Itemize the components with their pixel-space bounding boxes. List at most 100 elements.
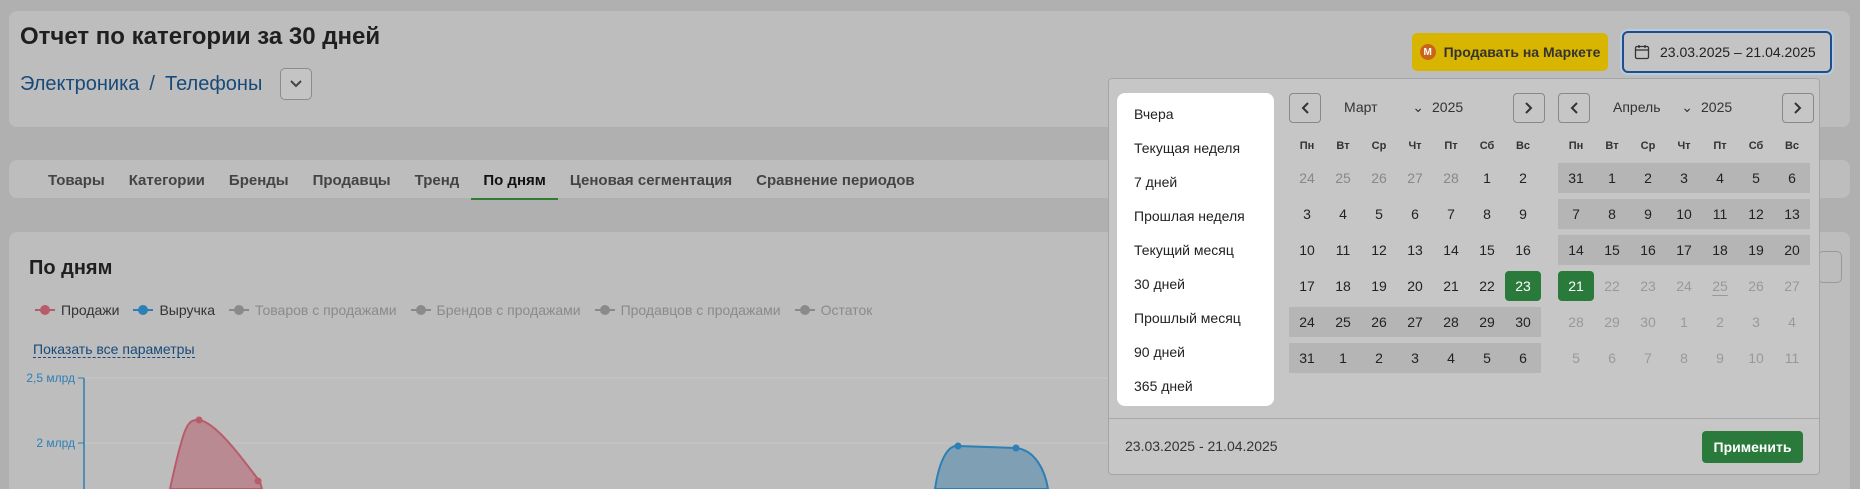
calendar-day[interactable]: 24 <box>1289 163 1325 193</box>
calendar-day[interactable]: 18 <box>1702 235 1738 265</box>
preset-option[interactable]: Текущая неделя <box>1117 131 1274 165</box>
legend-item[interactable]: Продажи <box>35 302 119 318</box>
calendar-day[interactable]: 15 <box>1594 235 1630 265</box>
calendar-day[interactable]: 19 <box>1738 235 1774 265</box>
calendar-day[interactable]: 26 <box>1361 307 1397 337</box>
calendar-day[interactable]: 3 <box>1397 343 1433 373</box>
calendar-day[interactable]: 4 <box>1433 343 1469 373</box>
calendar-day[interactable]: 10 <box>1289 235 1325 265</box>
calendar-day[interactable]: 23 <box>1505 271 1541 301</box>
year-select-left[interactable]: 2025 <box>1432 99 1463 115</box>
calendar-day[interactable]: 30 <box>1505 307 1541 337</box>
apply-button[interactable]: Применить <box>1702 431 1803 463</box>
calendar-day[interactable]: 24 <box>1289 307 1325 337</box>
calendar-day[interactable]: 7 <box>1558 199 1594 229</box>
chart-settings-button[interactable] <box>1818 251 1842 283</box>
calendar-day[interactable]: 6 <box>1397 199 1433 229</box>
calendar-day[interactable]: 9 <box>1630 199 1666 229</box>
calendar-day[interactable]: 14 <box>1558 235 1594 265</box>
calendar-day[interactable]: 19 <box>1361 271 1397 301</box>
preset-option[interactable]: 30 дней <box>1117 267 1274 301</box>
year-select-right[interactable]: 2025 <box>1701 99 1732 115</box>
calendar-day[interactable]: 9 <box>1702 343 1738 373</box>
calendar-day[interactable]: 28 <box>1558 307 1594 337</box>
calendar-day[interactable]: 20 <box>1774 235 1810 265</box>
calendar-day[interactable]: 21 <box>1433 271 1469 301</box>
show-all-params-link[interactable]: Показать все параметры <box>33 341 195 358</box>
calendar-day[interactable]: 5 <box>1558 343 1594 373</box>
tab-6[interactable]: Ценовая сегментация <box>558 171 744 199</box>
preset-option[interactable]: Вчера <box>1117 97 1274 131</box>
legend-item[interactable]: Продавцов с продажами <box>594 302 781 318</box>
calendar-day[interactable]: 3 <box>1738 307 1774 337</box>
calendar-day[interactable]: 17 <box>1289 271 1325 301</box>
calendar-day[interactable]: 27 <box>1774 271 1810 301</box>
calendar-day[interactable]: 5 <box>1469 343 1505 373</box>
calendar-day[interactable]: 26 <box>1361 163 1397 193</box>
calendar-day[interactable]: 25 <box>1325 163 1361 193</box>
next-month-button[interactable] <box>1782 93 1814 123</box>
calendar-day[interactable]: 4 <box>1774 307 1810 337</box>
calendar-day[interactable]: 4 <box>1325 199 1361 229</box>
calendar-day[interactable]: 21 <box>1558 271 1594 301</box>
calendar-day[interactable]: 15 <box>1469 235 1505 265</box>
tab-2[interactable]: Бренды <box>217 171 301 199</box>
calendar-day[interactable]: 31 <box>1558 163 1594 193</box>
calendar-day[interactable]: 25 <box>1702 271 1738 301</box>
preset-option[interactable]: 90 дней <box>1117 335 1274 369</box>
calendar-day[interactable]: 4 <box>1702 163 1738 193</box>
calendar-day[interactable]: 6 <box>1594 343 1630 373</box>
calendar-day[interactable]: 11 <box>1774 343 1810 373</box>
calendar-day[interactable]: 2 <box>1630 163 1666 193</box>
calendar-day[interactable]: 3 <box>1289 199 1325 229</box>
calendar-day[interactable]: 27 <box>1397 307 1433 337</box>
calendar-day[interactable]: 12 <box>1738 199 1774 229</box>
legend-item[interactable]: Брендов с продажами <box>410 302 581 318</box>
calendar-day[interactable]: 22 <box>1594 271 1630 301</box>
calendar-day[interactable]: 2 <box>1361 343 1397 373</box>
tab-5[interactable]: По дням <box>471 171 558 200</box>
calendar-day[interactable]: 11 <box>1325 235 1361 265</box>
calendar-day[interactable]: 27 <box>1397 163 1433 193</box>
calendar-day[interactable]: 30 <box>1630 307 1666 337</box>
preset-option[interactable]: 365 дней <box>1117 369 1274 403</box>
calendar-day[interactable]: 8 <box>1469 199 1505 229</box>
calendar-day[interactable]: 13 <box>1774 199 1810 229</box>
calendar-day[interactable]: 29 <box>1469 307 1505 337</box>
calendar-day[interactable]: 8 <box>1666 343 1702 373</box>
calendar-day[interactable]: 16 <box>1630 235 1666 265</box>
sell-on-market-button[interactable]: М Продавать на Маркете <box>1412 33 1608 71</box>
calendar-day[interactable]: 3 <box>1666 163 1702 193</box>
calendar-day[interactable]: 7 <box>1433 199 1469 229</box>
tab-7[interactable]: Сравнение периодов <box>744 171 926 199</box>
preset-option[interactable]: Прошлый месяц <box>1117 301 1274 335</box>
legend-item[interactable]: Выручка <box>133 302 215 318</box>
calendar-day[interactable]: 12 <box>1361 235 1397 265</box>
prev-month-button[interactable] <box>1289 93 1321 123</box>
calendar-day[interactable]: 10 <box>1738 343 1774 373</box>
preset-option[interactable]: Текущий месяц <box>1117 233 1274 267</box>
calendar-day[interactable]: 2 <box>1505 163 1541 193</box>
month-select-left[interactable]: Март ⌄ <box>1344 99 1424 116</box>
calendar-day[interactable]: 20 <box>1397 271 1433 301</box>
calendar-day[interactable]: 1 <box>1469 163 1505 193</box>
tab-3[interactable]: Продавцы <box>301 171 403 199</box>
date-range-picker[interactable]: 23.03.2025 – 21.04.2025 <box>1622 31 1832 73</box>
calendar-day[interactable]: 7 <box>1630 343 1666 373</box>
calendar-day[interactable]: 26 <box>1738 271 1774 301</box>
tab-1[interactable]: Категории <box>117 171 217 199</box>
calendar-day[interactable]: 1 <box>1325 343 1361 373</box>
preset-option[interactable]: Прошлая неделя <box>1117 199 1274 233</box>
calendar-day[interactable]: 5 <box>1738 163 1774 193</box>
calendar-day[interactable]: 17 <box>1666 235 1702 265</box>
legend-item[interactable]: Товаров с продажами <box>229 302 397 318</box>
month-select-right[interactable]: Апрель ⌄ <box>1613 99 1693 116</box>
calendar-day[interactable]: 29 <box>1594 307 1630 337</box>
breadcrumb-electronics[interactable]: Электроника <box>20 73 139 96</box>
calendar-day[interactable]: 31 <box>1289 343 1325 373</box>
preset-option[interactable]: 7 дней <box>1117 165 1274 199</box>
tab-0[interactable]: Товары <box>36 171 117 199</box>
breadcrumb-phones[interactable]: Телефоны <box>165 73 262 96</box>
calendar-day[interactable]: 2 <box>1702 307 1738 337</box>
calendar-day[interactable]: 18 <box>1325 271 1361 301</box>
